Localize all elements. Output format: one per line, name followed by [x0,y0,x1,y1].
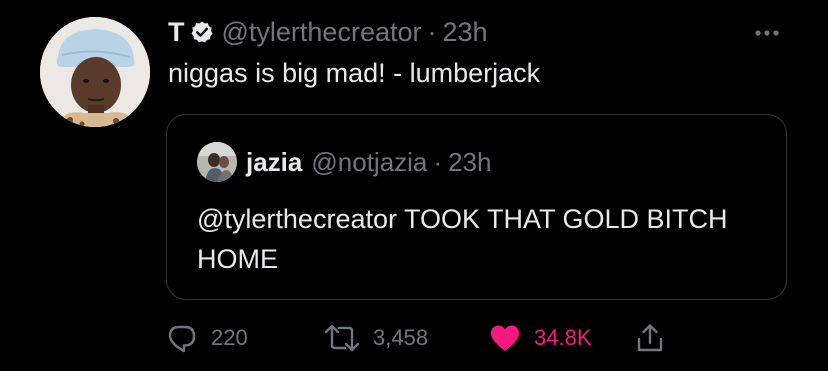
author-avatar[interactable] [40,17,150,127]
tweet[interactable]: T @tylerthecreator · 23h niggas is big m… [0,0,828,371]
like-button[interactable]: 34.8K [488,318,592,358]
heart-icon [488,321,522,355]
tweet-actions: 220 3,458 34.8K [0,318,828,358]
verified-badge-icon [190,20,214,44]
quoted-tweet-text: @tylerthecreator TOOK THAT GOLD BITCH HO… [197,204,728,274]
share-upload-icon [633,321,667,355]
retweet-count: 3,458 [373,325,429,350]
tweet-header: T @tylerthecreator · 23h [168,14,488,50]
quoted-tweet-timestamp[interactable]: 23h [448,147,491,178]
author-handle[interactable]: @tylerthecreator [222,17,422,48]
like-count: 34.8K [534,325,592,350]
share-button[interactable] [633,318,667,358]
quoted-author-avatar[interactable] [197,142,237,182]
tweet-timestamp[interactable]: 23h [442,17,487,48]
quoted-tweet[interactable]: jazia @notjazia · 23h @tylerthecreator T… [166,114,787,300]
retweet-arrows-icon [323,321,361,355]
retweet-button[interactable]: 3,458 [323,318,428,358]
reply-button[interactable]: 220 [165,318,248,358]
quoted-author-handle[interactable]: @notjazia [311,147,427,178]
header-separator: · [427,16,437,47]
more-horizontal-icon[interactable] [752,18,782,48]
tweet-text: niggas is big mad! - lumberjack [168,58,541,88]
quoted-header-separator: · [433,146,443,177]
reply-bubble-icon [165,321,199,355]
quoted-tweet-header: jazia @notjazia · 23h [197,142,491,182]
quoted-author-display-name[interactable]: jazia [246,147,302,178]
reply-count: 220 [211,325,248,350]
author-display-name[interactable]: T [168,17,185,48]
